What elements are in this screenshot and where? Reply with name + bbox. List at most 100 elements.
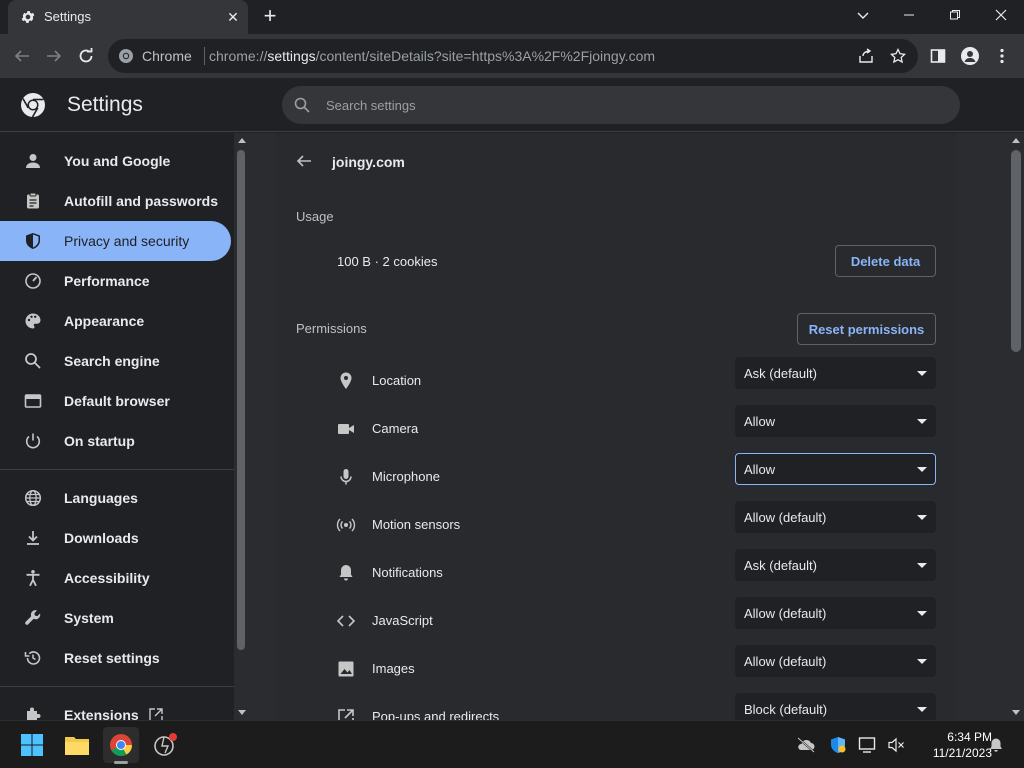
- network-tray-button[interactable]: [796, 735, 816, 755]
- permission-row-camera: Camera Allow: [276, 405, 956, 453]
- scroll-down-arrow[interactable]: [1012, 710, 1020, 715]
- url-text: chrome://settings/content/siteDetails?si…: [209, 48, 656, 64]
- sidebar-item-downloads[interactable]: Downloads: [0, 518, 231, 558]
- notifications-select[interactable]: Ask (default): [735, 549, 936, 581]
- start-button[interactable]: [14, 727, 50, 763]
- forward-button[interactable]: [40, 42, 68, 70]
- site-name: joingy.com: [332, 154, 405, 170]
- dropdown-arrow-icon: [917, 563, 927, 568]
- location-select[interactable]: Ask (default): [735, 357, 936, 389]
- taskbar-clock[interactable]: 6:34 PM 11/21/2023: [912, 729, 992, 761]
- security-tray-button[interactable]: [828, 735, 848, 755]
- microphone-select[interactable]: Allow: [735, 453, 936, 485]
- sidebar-item-on-startup[interactable]: On startup: [0, 421, 231, 461]
- camera-select[interactable]: Allow: [735, 405, 936, 437]
- notification-center-button[interactable]: [986, 735, 1006, 755]
- minimize-button[interactable]: [886, 0, 932, 30]
- accessibility-icon: [26, 570, 40, 587]
- restore-button[interactable]: [932, 0, 978, 30]
- sidebar-item-default-browser[interactable]: Default browser: [0, 381, 231, 421]
- sidebar-item-performance[interactable]: Performance: [0, 261, 231, 301]
- tab-search-button[interactable]: [840, 0, 886, 30]
- share-button[interactable]: [852, 42, 880, 70]
- tab-close-button[interactable]: ✕: [224, 8, 242, 26]
- open-external-icon: [338, 709, 354, 720]
- browser-window-icon: [24, 394, 42, 408]
- more-vert-icon: [1000, 48, 1004, 64]
- sidebar-item-extensions[interactable]: Extensions: [0, 695, 231, 720]
- file-explorer-button[interactable]: [59, 727, 95, 763]
- volume-tray-button[interactable]: [886, 735, 906, 755]
- permission-row-notifications: Notifications Ask (default): [276, 549, 956, 597]
- scroll-up-arrow[interactable]: [238, 138, 246, 143]
- sidebar-item-appearance[interactable]: Appearance: [0, 301, 231, 341]
- address-bar[interactable]: Chrome chrome://settings/content/siteDet…: [108, 39, 918, 73]
- bell-icon: [990, 738, 1002, 752]
- location-pin-icon: [340, 372, 352, 389]
- close-icon: [995, 9, 1007, 21]
- clock-date: 11/21/2023: [932, 746, 992, 760]
- clock-time: 6:34 PM: [947, 730, 992, 744]
- minimize-icon: [904, 14, 914, 16]
- sidebar-item-autofill[interactable]: Autofill and passwords: [0, 181, 231, 221]
- motion-sensor-icon: [336, 518, 356, 532]
- dropdown-arrow-icon: [917, 419, 927, 424]
- dropdown-arrow-icon: [917, 659, 927, 664]
- sidebar-item-languages[interactable]: Languages: [0, 478, 231, 518]
- sidebar-item-system[interactable]: System: [0, 598, 231, 638]
- back-arrow-icon[interactable]: [294, 151, 314, 171]
- globe-icon: [24, 489, 42, 507]
- chrome-taskbar-button[interactable]: [103, 727, 139, 764]
- permission-row-images: Images Allow (default): [276, 645, 956, 693]
- new-tab-button[interactable]: +: [258, 5, 282, 29]
- reset-permissions-button[interactable]: Reset permissions: [797, 313, 936, 345]
- sidebar-scrollbar[interactable]: [234, 133, 248, 720]
- images-select[interactable]: Allow (default): [735, 645, 936, 677]
- permission-row-javascript: JavaScript Allow (default): [276, 597, 956, 645]
- delete-data-button[interactable]: Delete data: [835, 245, 936, 277]
- search-settings-box[interactable]: [282, 86, 960, 124]
- settings-sidebar: You and Google Autofill and passwords Pr…: [0, 133, 234, 720]
- usage-value: 100 B · 2 cookies: [337, 254, 438, 269]
- code-icon: [336, 615, 356, 627]
- side-panel-icon: [930, 49, 946, 63]
- settings-header: Settings: [0, 78, 1024, 132]
- main-scrollbar[interactable]: [1008, 133, 1024, 720]
- cloud-off-icon: [797, 737, 815, 753]
- app-taskbar-button[interactable]: [147, 727, 183, 763]
- running-indicator: [114, 761, 128, 764]
- clipboard-icon: [27, 192, 39, 209]
- browser-toolbar: Chrome chrome://settings/content/siteDet…: [0, 34, 1024, 78]
- profile-button[interactable]: [956, 42, 984, 70]
- sidebar-item-reset-settings[interactable]: Reset settings: [0, 638, 231, 678]
- bookmark-button[interactable]: [884, 42, 912, 70]
- site-details-card: joingy.com Usage 100 B · 2 cookies Delet…: [276, 133, 956, 720]
- sidebar-scroll-thumb[interactable]: [237, 150, 245, 650]
- back-button[interactable]: [8, 42, 36, 70]
- close-window-button[interactable]: [978, 0, 1024, 30]
- reset-icon: [24, 651, 41, 665]
- scroll-up-arrow[interactable]: [1012, 138, 1020, 143]
- search-input[interactable]: [326, 95, 926, 115]
- popups-select[interactable]: Block (default): [735, 693, 936, 720]
- sidebar-item-you-and-google[interactable]: You and Google: [0, 141, 231, 181]
- javascript-select[interactable]: Allow (default): [735, 597, 936, 629]
- sidebar-item-search-engine[interactable]: Search engine: [0, 341, 231, 381]
- motion-sensors-select[interactable]: Allow (default): [735, 501, 936, 533]
- scroll-down-arrow[interactable]: [238, 710, 246, 715]
- side-panel-button[interactable]: [924, 42, 952, 70]
- main-scroll-thumb[interactable]: [1011, 150, 1021, 352]
- bell-icon: [339, 565, 353, 581]
- tab-settings[interactable]: Settings ✕: [8, 0, 248, 34]
- chrome-logo-icon: [110, 734, 132, 756]
- sidebar-item-privacy[interactable]: Privacy and security: [0, 221, 231, 261]
- sidebar-item-accessibility[interactable]: Accessibility: [0, 558, 231, 598]
- puzzle-icon: [27, 707, 41, 720]
- person-icon: [26, 154, 40, 168]
- power-icon: [25, 433, 41, 449]
- reload-button[interactable]: [72, 42, 100, 70]
- menu-button[interactable]: [988, 42, 1016, 70]
- arrow-right-icon: [47, 50, 62, 62]
- arrow-left-icon: [14, 50, 29, 62]
- display-tray-button[interactable]: [858, 735, 878, 755]
